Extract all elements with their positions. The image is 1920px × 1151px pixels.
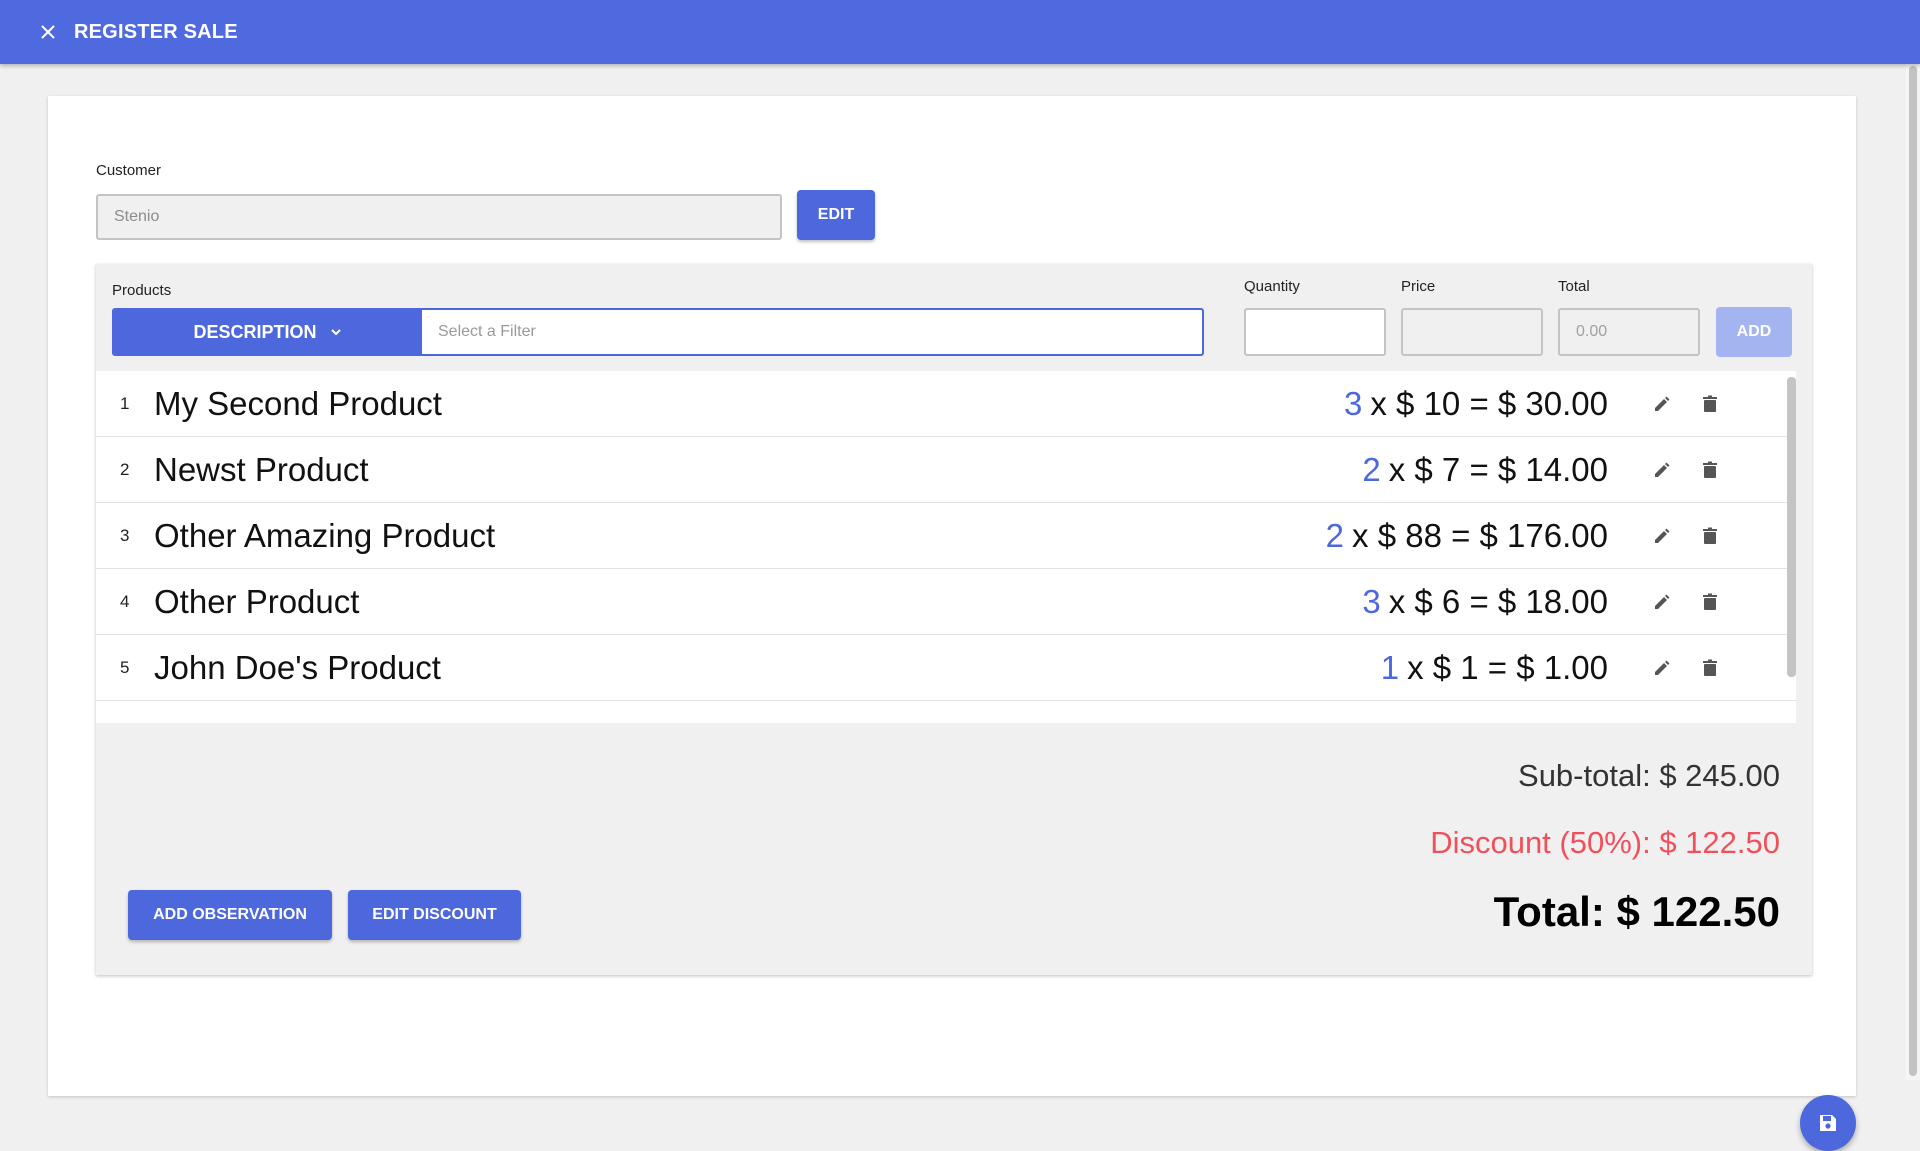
line-quantity: 2 — [1325, 517, 1345, 554]
subtotal-text: Sub-total: $ 245.00 — [1518, 758, 1780, 793]
sale-form: Customer Stenio EDIT Products Quantity P… — [48, 96, 1856, 1151]
edit-customer-button[interactable]: EDIT — [797, 190, 875, 240]
line-quantity: 3 — [1344, 385, 1363, 422]
floppy-disk-icon — [1818, 1113, 1838, 1133]
filter-type-label: DESCRIPTION — [193, 321, 317, 342]
line-quantity: 2 — [1362, 451, 1381, 488]
trash-icon[interactable] — [1698, 590, 1722, 614]
app-bar: REGISTER SALE — [0, 0, 1920, 64]
customer-field[interactable]: Stenio — [96, 194, 782, 240]
product-name: Other Amazing Product — [154, 517, 496, 554]
product-name: My Second Product — [154, 385, 442, 422]
line-total: 1x $ 1 = $ 1.00 — [1381, 635, 1608, 701]
chevron-down-icon — [329, 325, 343, 339]
total-text: Total: $ 122.50 — [1493, 888, 1780, 935]
quantity-label: Quantity — [1244, 278, 1300, 295]
trash-icon[interactable] — [1698, 458, 1722, 482]
line-total: 2x $ 88 = $ 176.00 — [1326, 503, 1608, 569]
line-price: x $ 6 = $ 18.00 — [1388, 583, 1608, 620]
line-price: x $ 7 = $ 14.00 — [1388, 451, 1608, 488]
filter-input[interactable]: Select a Filter — [422, 310, 1202, 354]
total-input[interactable]: 0.00 — [1558, 308, 1700, 356]
pencil-icon[interactable] — [1650, 524, 1674, 548]
product-name: Newst Product — [154, 451, 369, 488]
row-number: 1 — [120, 394, 130, 413]
close-icon[interactable] — [36, 20, 60, 44]
line-price: x $ 10 = $ 30.00 — [1370, 385, 1608, 422]
product-filter: DESCRIPTION Select a Filter — [112, 308, 1204, 356]
row-number: 2 — [120, 460, 130, 479]
pencil-icon[interactable] — [1650, 392, 1674, 416]
total-label: Total — [1558, 278, 1590, 295]
product-row: 5 John Doe's Product 1 x $ 1 = $ 1.00 — [96, 635, 1796, 701]
pencil-icon[interactable] — [1650, 656, 1674, 680]
product-row: 3 Other Amazing Product 2 x $ 88 = $ 176.00 — [96, 503, 1796, 569]
pencil-icon[interactable] — [1650, 458, 1674, 482]
row-number: 4 — [120, 592, 130, 611]
products-panel: Products Quantity Price Total DESCRIPTIO… — [96, 264, 1812, 975]
product-name: Other Product — [154, 583, 360, 620]
product-row: 2 Newst Product 2 x $ 7 = $ 14.00 — [96, 437, 1796, 503]
add-observation-button[interactable]: ADD OBSERVATION — [128, 890, 332, 940]
trash-icon[interactable] — [1698, 524, 1722, 548]
line-price: x $ 1 = $ 1.00 — [1407, 649, 1608, 686]
row-number: 5 — [120, 658, 130, 677]
price-input[interactable] — [1401, 308, 1543, 356]
product-list: 1 My Second Product 3 x $ 10 = $ 30.00 2 News… — [96, 371, 1796, 723]
line-total: 3x $ 10 = $ 30.00 — [1344, 371, 1608, 437]
page-title: REGISTER SALE — [74, 20, 238, 43]
line-total: 3x $ 6 = $ 18.00 — [1362, 569, 1608, 635]
add-product-button[interactable]: ADD — [1716, 307, 1792, 357]
trash-icon[interactable] — [1698, 392, 1722, 416]
line-total: 2x $ 7 = $ 14.00 — [1362, 437, 1608, 503]
discount-text: Discount (50%): $ 122.50 — [1430, 825, 1780, 860]
product-row-partial — [96, 701, 1796, 721]
products-label: Products — [112, 282, 172, 299]
page-scrollbar[interactable] — [1906, 64, 1920, 1080]
product-name: John Doe's Product — [154, 649, 441, 686]
line-price: x $ 88 = $ 176.00 — [1352, 517, 1608, 554]
product-row: 4 Other Product 3 x $ 6 = $ 18.00 — [96, 569, 1796, 635]
price-label: Price — [1401, 278, 1436, 295]
customer-label: Customer — [96, 162, 162, 179]
line-quantity: 3 — [1362, 583, 1381, 620]
save-button[interactable] — [1800, 1095, 1856, 1151]
list-scrollbar[interactable] — [1787, 377, 1796, 677]
pencil-icon[interactable] — [1650, 590, 1674, 614]
filter-type-select[interactable]: DESCRIPTION — [114, 310, 422, 354]
edit-discount-button[interactable]: EDIT DISCOUNT — [348, 890, 521, 940]
trash-icon[interactable] — [1698, 656, 1722, 680]
quantity-input[interactable] — [1244, 308, 1386, 356]
line-quantity: 1 — [1380, 649, 1400, 686]
row-number: 3 — [120, 526, 130, 545]
product-row: 1 My Second Product 3 x $ 10 = $ 30.00 — [96, 371, 1796, 437]
